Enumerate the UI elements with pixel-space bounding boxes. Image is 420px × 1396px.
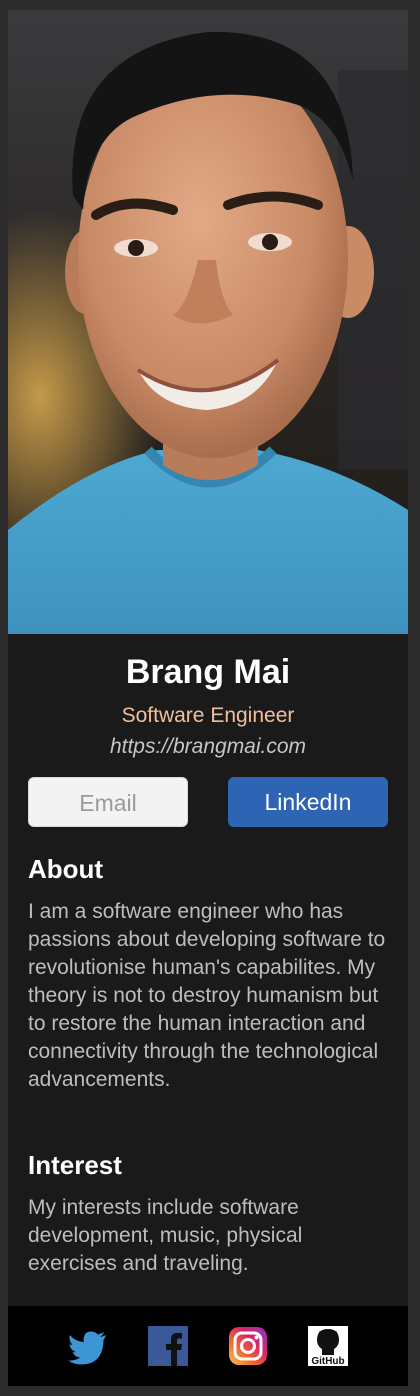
profile-photo [8, 10, 408, 634]
instagram-icon[interactable] [226, 1324, 270, 1368]
github-icon[interactable]: GitHub [306, 1324, 350, 1368]
interest-heading: Interest [28, 1150, 122, 1180]
profile-card: Brang Mai Software Engineer https://bran… [8, 10, 408, 1386]
profile-website[interactable]: https://brangmai.com [8, 735, 408, 759]
facebook-icon[interactable] [146, 1324, 190, 1368]
profile-title: Software Engineer [121, 704, 295, 727]
about-section: About I am a software engineer who has p… [28, 854, 390, 1094]
about-text: I am a software engineer who has passion… [28, 900, 386, 1091]
email-button[interactable]: Email [28, 777, 188, 827]
about-heading: About [28, 854, 104, 884]
linkedin-button[interactable]: LinkedIn [228, 777, 388, 827]
twitter-icon[interactable] [66, 1324, 110, 1368]
social-footer: GitHub [8, 1306, 408, 1386]
profile-info: Brang Mai Software Engineer https://bran… [8, 634, 408, 1275]
interest-section: Interest My interests include software d… [28, 1150, 390, 1278]
contact-buttons: Email LinkedIn [28, 777, 388, 827]
interest-text: My interests include software developmen… [28, 1196, 303, 1275]
profile-name: Brang Mai [125, 653, 291, 691]
github-logo-text: GitHub [311, 1356, 344, 1367]
